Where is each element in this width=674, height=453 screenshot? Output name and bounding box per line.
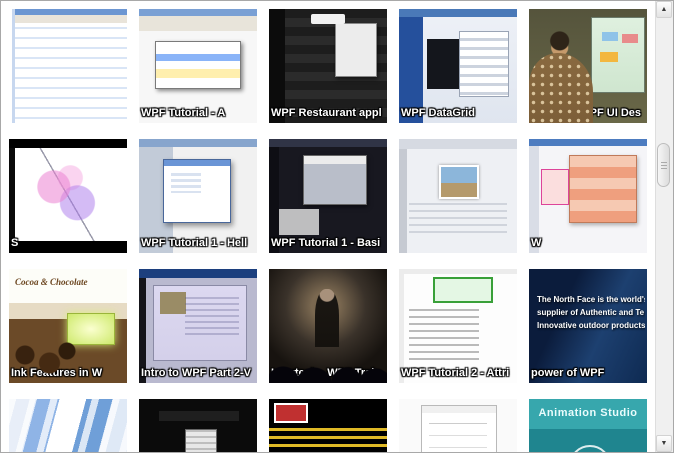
- video-thumbnail[interactable]: [9, 9, 127, 123]
- video-thumbnail[interactable]: Cocoa & Chocolate Ink Features in W: [9, 269, 127, 383]
- video-thumbnail[interactable]: [399, 399, 517, 452]
- video-title: Intro to WPF Part 2-V: [141, 367, 251, 380]
- quote-line: supplier of Authentic and Te: [537, 308, 645, 317]
- video-title: WPF Tutorial 1 - Basi: [271, 237, 381, 250]
- video-title: Intertech - WPF Train: [271, 367, 382, 380]
- video-title: Ink Features in W: [11, 367, 103, 380]
- video-title: [399, 248, 517, 253]
- video-thumbnail[interactable]: MVVM, a WPF UI Des: [529, 9, 647, 123]
- video-thumbnail[interactable]: Intro to WPF Part 2-V: [139, 269, 257, 383]
- video-thumbnail[interactable]: The North Face is the world's supplier o…: [529, 269, 647, 383]
- video-title: WPF Restaurant appl: [271, 107, 382, 120]
- quote-line: The North Face is the world's: [537, 295, 645, 304]
- video-gallery-window: WPF Tutorial - A WPF Restaurant appl WPF…: [0, 0, 674, 453]
- thumbnail-grid: WPF Tutorial - A WPF Restaurant appl WPF…: [1, 1, 655, 452]
- video-title: WPF Tutorial 2 - Attri: [401, 367, 510, 380]
- video-thumbnail[interactable]: Intertech - WPF Train: [269, 269, 387, 383]
- video-title: W: [531, 237, 542, 250]
- video-thumbnail[interactable]: [139, 399, 257, 452]
- thumbnail-quote-text: The North Face is the world's supplier o…: [537, 293, 645, 332]
- scroll-up-button[interactable]: ▲: [656, 1, 672, 18]
- video-thumbnail[interactable]: WPF DataGrid: [399, 9, 517, 123]
- video-thumbnail[interactable]: [269, 399, 387, 452]
- video-title: WPF DataGrid: [401, 107, 475, 120]
- video-title: WPF Tutorial - A: [141, 107, 226, 120]
- video-thumbnail[interactable]: WPF Tutorial 1 - Hell: [139, 139, 257, 253]
- scroll-down-icon: ▼: [660, 440, 668, 447]
- vertical-scrollbar[interactable]: ▲ ▼: [655, 1, 673, 452]
- video-title: WPF Tutorial 1 - Hell: [141, 237, 248, 250]
- video-title: power of WPF: [531, 367, 605, 380]
- video-thumbnail[interactable]: WPF Tutorial - A: [139, 9, 257, 123]
- video-thumbnail[interactable]: [399, 139, 517, 253]
- video-title: [9, 118, 127, 123]
- video-thumbnail[interactable]: S: [9, 139, 127, 253]
- video-thumbnail[interactable]: WPF Tutorial 2 - Attri: [399, 269, 517, 383]
- video-thumbnail[interactable]: [9, 399, 127, 452]
- video-thumbnail[interactable]: W: [529, 139, 647, 253]
- webpage-title-text: Cocoa & Chocolate: [15, 277, 88, 287]
- scroll-down-button[interactable]: ▼: [656, 435, 672, 452]
- video-thumbnail[interactable]: WPF Tutorial 1 - Basi: [269, 139, 387, 253]
- video-title: S: [11, 237, 19, 250]
- thumbnail-app-title: Animation Studio: [538, 407, 638, 419]
- scroll-up-icon: ▲: [660, 6, 668, 13]
- video-thumbnail[interactable]: WPF Restaurant appl: [269, 9, 387, 123]
- video-thumbnail[interactable]: Animation Studio: [529, 399, 647, 452]
- quote-line: Innovative outdoor products: [537, 321, 645, 330]
- video-title: MVVM, a WPF UI Des: [531, 107, 642, 120]
- scrollbar-thumb[interactable]: [657, 143, 670, 187]
